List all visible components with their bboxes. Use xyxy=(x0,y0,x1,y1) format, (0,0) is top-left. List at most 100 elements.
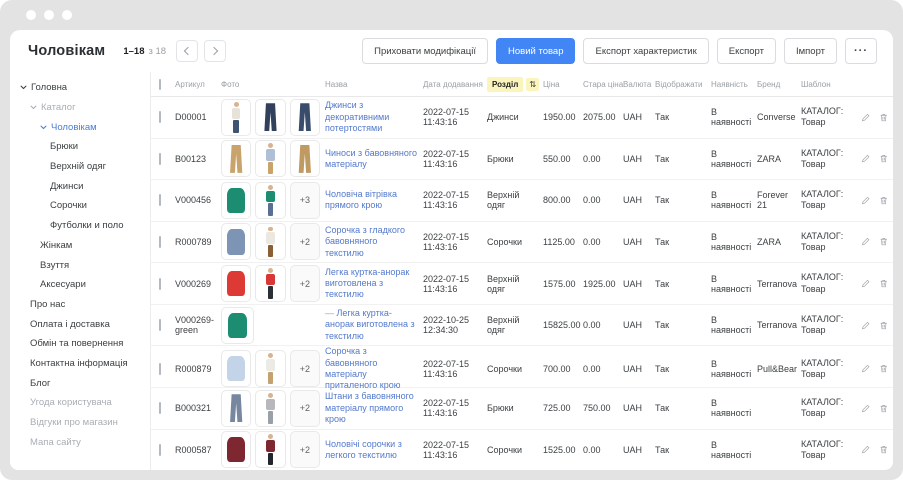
trash-icon[interactable] xyxy=(879,320,889,331)
product-link[interactable]: Легка куртка-анорак виготовлена з тексти… xyxy=(325,308,415,341)
sidebar-item[interactable]: Жінкам xyxy=(10,236,150,256)
more-photos-badge[interactable]: +3 xyxy=(290,182,320,219)
trash-icon[interactable] xyxy=(879,236,889,247)
col-header-brand[interactable]: Бренд xyxy=(757,80,801,89)
trash-icon[interactable] xyxy=(879,112,889,123)
toolbar-button[interactable]: Експорт характеристик xyxy=(583,38,708,64)
product-photo[interactable] xyxy=(290,140,320,177)
product-photo[interactable] xyxy=(290,99,320,136)
window-dot[interactable] xyxy=(26,10,36,20)
row-checkbox[interactable] xyxy=(159,278,161,290)
trash-icon[interactable] xyxy=(879,278,889,289)
sort-icon[interactable]: ⇅ xyxy=(526,78,539,91)
row-checkbox[interactable] xyxy=(159,363,161,375)
col-header-display[interactable]: Відображати xyxy=(655,80,711,89)
product-link[interactable]: Джинси з декоративними потертостями xyxy=(325,100,389,133)
edit-icon[interactable] xyxy=(861,320,871,331)
edit-icon[interactable] xyxy=(861,195,871,206)
sidebar-item[interactable]: Блог xyxy=(10,373,150,393)
edit-icon[interactable] xyxy=(861,278,871,289)
product-photo[interactable] xyxy=(255,265,285,302)
col-header-date[interactable]: Дата додавання xyxy=(423,80,487,89)
edit-icon[interactable] xyxy=(861,236,871,247)
edit-icon[interactable] xyxy=(861,363,871,374)
trash-icon[interactable] xyxy=(879,403,889,414)
window-dot[interactable] xyxy=(62,10,72,20)
row-checkbox[interactable] xyxy=(159,194,161,206)
col-header-old-price[interactable]: Стара ціна xyxy=(583,80,623,89)
row-checkbox[interactable] xyxy=(159,236,161,248)
sidebar-item[interactable]: Обмін та повернення xyxy=(10,334,150,354)
more-photos-badge[interactable]: +2 xyxy=(290,265,320,302)
product-photo[interactable] xyxy=(255,431,285,468)
col-header-price[interactable]: Ціна xyxy=(543,80,583,89)
product-photo[interactable] xyxy=(221,265,251,302)
col-header-name[interactable]: Назва xyxy=(325,80,423,89)
product-photo[interactable] xyxy=(221,140,251,177)
product-link[interactable]: Сорочка з гладкого бавовняного текстилю xyxy=(325,225,405,258)
col-header-section-label[interactable]: Розділ xyxy=(487,77,523,92)
sidebar-item[interactable]: Головна xyxy=(10,78,150,98)
more-photos-badge[interactable]: +2 xyxy=(290,223,320,260)
window-dot[interactable] xyxy=(44,10,54,20)
product-photo[interactable] xyxy=(255,140,285,177)
product-photo[interactable] xyxy=(221,350,251,387)
more-photos-badge[interactable]: +2 xyxy=(290,350,320,387)
product-photo[interactable] xyxy=(221,307,254,344)
trash-icon[interactable] xyxy=(879,363,889,374)
edit-icon[interactable] xyxy=(861,403,871,414)
sidebar-item[interactable]: Контактна інформація xyxy=(10,354,150,374)
toolbar-button[interactable]: ··· xyxy=(845,38,877,64)
col-header-sku[interactable]: Артикул xyxy=(175,80,221,89)
sidebar-item[interactable]: Джинси xyxy=(10,176,150,196)
product-photo[interactable] xyxy=(255,99,285,136)
trash-icon[interactable] xyxy=(879,444,889,455)
row-checkbox[interactable] xyxy=(159,444,161,456)
row-checkbox[interactable] xyxy=(159,111,161,123)
product-photo[interactable] xyxy=(221,182,251,219)
sidebar-item[interactable]: Оплата і доставка xyxy=(10,314,150,334)
sidebar-item[interactable]: Взуття xyxy=(10,255,150,275)
toolbar-button[interactable]: Приховати модифікації xyxy=(362,38,488,64)
toolbar-button[interactable]: Імпорт xyxy=(784,38,837,64)
product-link[interactable]: Штани з бавовняного матеріалу прямого кр… xyxy=(325,391,414,424)
product-photo[interactable] xyxy=(221,431,251,468)
more-photos-badge[interactable]: +2 xyxy=(290,390,320,427)
sidebar-item[interactable]: Про нас xyxy=(10,295,150,315)
sidebar-item[interactable]: Каталог xyxy=(10,98,150,118)
sidebar-item[interactable]: Відгуки про магазин xyxy=(10,413,150,433)
product-photo[interactable] xyxy=(255,390,285,427)
product-link[interactable]: Сорочка з бавовняного матеріалу притален… xyxy=(325,346,400,390)
prev-page-button[interactable] xyxy=(176,40,198,62)
sidebar-item[interactable]: Футболки и поло xyxy=(10,216,150,236)
sidebar-item[interactable]: Угода користувача xyxy=(10,393,150,413)
row-checkbox[interactable] xyxy=(159,402,161,414)
edit-icon[interactable] xyxy=(861,153,871,164)
product-photo[interactable] xyxy=(255,350,285,387)
product-photo[interactable] xyxy=(221,99,251,136)
select-all-checkbox[interactable] xyxy=(159,79,161,90)
sidebar-item[interactable]: Сорочки xyxy=(10,196,150,216)
col-header-availability[interactable]: Наявність xyxy=(711,80,757,89)
edit-icon[interactable] xyxy=(861,112,871,123)
row-checkbox[interactable] xyxy=(159,319,161,331)
edit-icon[interactable] xyxy=(861,444,871,455)
toolbar-button[interactable]: Експорт xyxy=(717,38,776,64)
product-photo[interactable] xyxy=(221,390,251,427)
product-photo[interactable] xyxy=(221,223,251,260)
toolbar-button[interactable]: Новий товар xyxy=(496,38,575,64)
product-photo[interactable] xyxy=(255,182,285,219)
sidebar-item[interactable]: Аксесуари xyxy=(10,275,150,295)
sidebar-item[interactable]: Мапа сайту xyxy=(10,432,150,452)
product-link[interactable]: Чоловіча вітрівка прямого крою xyxy=(325,189,397,210)
col-header-currency[interactable]: Валюта xyxy=(623,80,655,89)
product-link[interactable]: Чоловічі сорочки з легкого текстилю xyxy=(325,439,402,460)
sidebar-item[interactable]: Чоловікам xyxy=(10,117,150,137)
col-header-template[interactable]: Шаблон xyxy=(801,80,861,89)
product-photo[interactable] xyxy=(255,223,285,260)
sidebar-item[interactable]: Брюки xyxy=(10,137,150,157)
product-link[interactable]: Чиноси з бавовняного матеріалу xyxy=(325,148,417,169)
more-photos-badge[interactable]: +2 xyxy=(290,431,320,468)
trash-icon[interactable] xyxy=(879,153,889,164)
sidebar-item[interactable]: Верхній одяг xyxy=(10,157,150,177)
